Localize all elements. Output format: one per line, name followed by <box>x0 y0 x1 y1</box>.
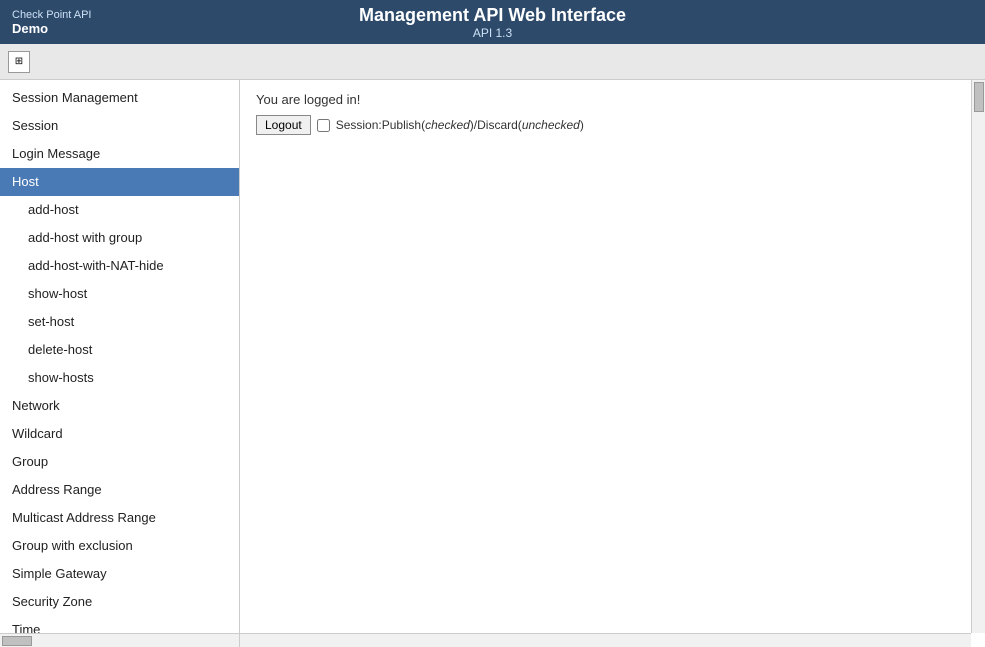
sidebar-item-simple-gateway[interactable]: Simple Gateway <box>0 560 239 588</box>
checked-text: checked <box>425 118 470 132</box>
sidebar-item-wildcard[interactable]: Wildcard <box>0 420 239 448</box>
h-scrollbar-thumb <box>2 636 32 646</box>
sidebar-item-address-range[interactable]: Address Range <box>0 476 239 504</box>
v-scrollbar-thumb <box>974 82 984 112</box>
unchecked-text: unchecked <box>522 118 580 132</box>
sidebar-item-delete-host[interactable]: delete-host <box>0 336 239 364</box>
sidebar-item-time[interactable]: Time <box>0 616 239 633</box>
sidebar-item-group[interactable]: Group <box>0 448 239 476</box>
sidebar-item-network[interactable]: Network <box>0 392 239 420</box>
sidebar-list: Session ManagementSessionLogin MessageHo… <box>0 80 239 633</box>
toolbar-icon-symbol: ⊞ <box>15 56 23 67</box>
session-label: Session:Publish(checked)/Discard(uncheck… <box>336 118 584 132</box>
session-publish-checkbox[interactable] <box>317 119 330 132</box>
header-center: Management API Web Interface API 1.3 <box>359 5 626 40</box>
sidebar-horizontal-scrollbar[interactable] <box>0 633 239 647</box>
sidebar-item-security-zone[interactable]: Security Zone <box>0 588 239 616</box>
header: Check Point API Demo Management API Web … <box>0 0 985 44</box>
main-layout: Session ManagementSessionLogin MessageHo… <box>0 80 985 647</box>
sidebar-item-session-management[interactable]: Session Management <box>0 84 239 112</box>
logout-button[interactable]: Logout <box>256 115 311 135</box>
sidebar-item-login-message[interactable]: Login Message <box>0 140 239 168</box>
sidebar-item-add-host[interactable]: add-host <box>0 196 239 224</box>
content-horizontal-scrollbar[interactable] <box>240 633 971 647</box>
sidebar-item-show-hosts[interactable]: show-hosts <box>0 364 239 392</box>
sidebar-item-host[interactable]: Host <box>0 168 239 196</box>
session-row: Logout Session:Publish(checked)/Discard(… <box>256 115 969 135</box>
sidebar-item-set-host[interactable]: set-host <box>0 308 239 336</box>
content-area: You are logged in! Logout Session:Publis… <box>240 80 985 647</box>
app-name: Check Point API <box>12 9 92 21</box>
header-title: Management API Web Interface <box>359 5 626 26</box>
toolbar-icon[interactable]: ⊞ <box>8 51 30 73</box>
demo-label: Demo <box>12 21 92 36</box>
sidebar-scroll-area[interactable]: Session ManagementSessionLogin MessageHo… <box>0 80 239 633</box>
content-vertical-scrollbar[interactable] <box>971 80 985 633</box>
sidebar: Session ManagementSessionLogin MessageHo… <box>0 80 240 647</box>
sidebar-item-add-host-with-nat-hide[interactable]: add-host-with-NAT-hide <box>0 252 239 280</box>
logged-in-text: You are logged in! <box>256 92 969 107</box>
sidebar-item-add-host-with-group[interactable]: add-host with group <box>0 224 239 252</box>
header-version: API 1.3 <box>359 26 626 40</box>
header-left: Check Point API Demo <box>12 9 92 36</box>
sidebar-item-session[interactable]: Session <box>0 112 239 140</box>
sidebar-item-group-with-exclusion[interactable]: Group with exclusion <box>0 532 239 560</box>
sidebar-item-multicast-address-range[interactable]: Multicast Address Range <box>0 504 239 532</box>
toolbar: ⊞ <box>0 44 985 80</box>
sidebar-item-show-host[interactable]: show-host <box>0 280 239 308</box>
